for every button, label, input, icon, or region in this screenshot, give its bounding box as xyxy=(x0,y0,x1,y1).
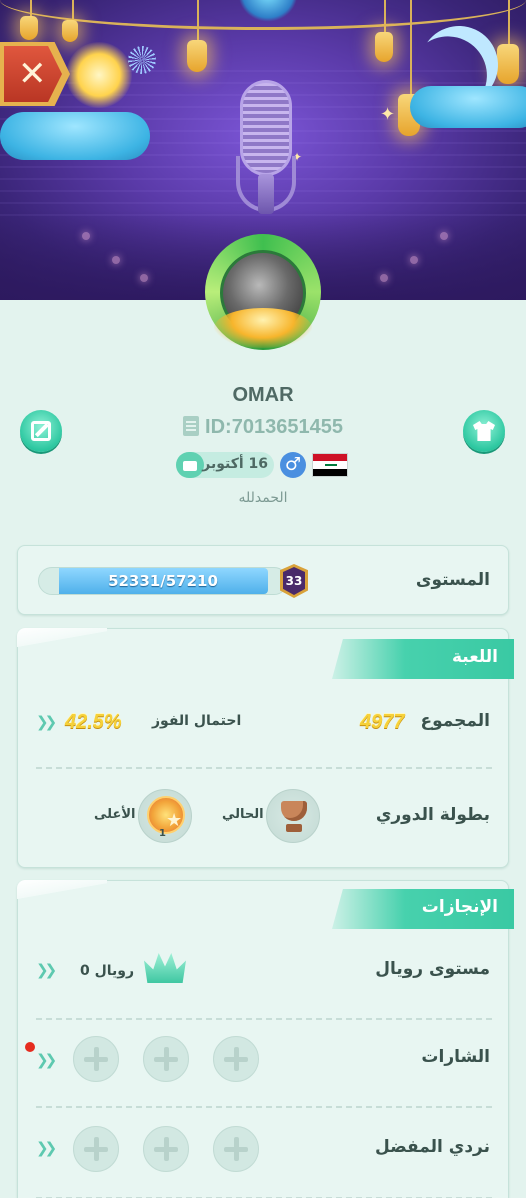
light-bulb xyxy=(82,232,90,240)
trophy-base xyxy=(286,824,302,832)
light-bulb xyxy=(410,256,418,264)
win-rate-chevron-icon[interactable]: ❯❯ xyxy=(36,713,57,731)
light-bulb xyxy=(440,232,448,240)
bio-text: الحمدلله xyxy=(238,490,288,506)
close-icon: ✕ xyxy=(18,54,47,94)
light-bulb xyxy=(380,274,388,282)
birthday-pill: 16 أكتوبر xyxy=(176,452,274,478)
light-bulb xyxy=(112,256,120,264)
lantern-string xyxy=(508,0,510,48)
level-card: 52331/57210 33 المستوى xyxy=(17,545,509,615)
lantern-icon xyxy=(20,16,38,40)
badge-slot-add[interactable] xyxy=(73,1036,119,1082)
badges-label: الشارات xyxy=(421,1047,490,1067)
achievements-ribbon: الإنجازات xyxy=(332,889,514,929)
royal-level-value: رويال 0 xyxy=(80,963,135,979)
crown-icon xyxy=(144,953,186,983)
light-bulb xyxy=(140,274,148,282)
highest-rank: 1 xyxy=(159,828,166,839)
badge-slot-add[interactable] xyxy=(143,1036,189,1082)
firework-icon xyxy=(128,46,156,74)
male-icon: ♂ xyxy=(280,452,306,478)
username: OMAR xyxy=(232,384,294,406)
copy-id-icon[interactable] xyxy=(183,416,200,436)
microphone-stand xyxy=(258,174,274,214)
royal-chevron-icon[interactable]: ❯❯ xyxy=(36,961,57,979)
favorite-dice-label: نردي المفضل xyxy=(375,1137,490,1157)
dice-chevron-icon[interactable]: ❯❯ xyxy=(36,1139,57,1157)
level-label: المستوى xyxy=(415,570,490,590)
win-rate-value: 42.5% xyxy=(65,711,122,733)
lantern-string xyxy=(410,0,412,96)
lantern-icon xyxy=(62,20,78,42)
divider xyxy=(36,1106,492,1108)
achievements-title: الإنجازات xyxy=(421,897,498,917)
achievements-card: الإنجازات مستوى رويال رويال 0 ❯❯ الشارات… xyxy=(17,880,514,1198)
dice-slot-add[interactable] xyxy=(213,1126,259,1172)
page-fold-decoration xyxy=(17,628,107,654)
game-stats-card: اللعبة المجموع 4977 احتمال الفوز 42.5% ❯… xyxy=(17,628,514,868)
current-league-icon[interactable] xyxy=(266,789,320,843)
lantern-string xyxy=(197,0,199,42)
divider xyxy=(36,1018,492,1020)
total-games-value: 4977 xyxy=(360,711,405,733)
dice-slot-add[interactable] xyxy=(73,1126,119,1172)
level-number: 33 xyxy=(283,567,305,595)
level-progress-text: 52331/57210 xyxy=(108,572,218,590)
glow-burst-icon xyxy=(66,42,132,108)
royal-level-label: مستوى رويال xyxy=(375,959,490,979)
ornament-icon xyxy=(238,0,298,22)
league-label: بطولة الدوري xyxy=(375,805,490,825)
page-fold-decoration xyxy=(17,880,107,906)
win-rate-label: احتمال الفوز xyxy=(152,713,242,729)
lantern-string xyxy=(72,0,74,22)
current-league-label: الحالي xyxy=(222,807,264,822)
badge-slot-add[interactable] xyxy=(213,1036,259,1082)
badges-chevron-icon[interactable]: ❯❯ xyxy=(36,1051,57,1069)
lantern-icon xyxy=(497,44,519,84)
birthday-date: 16 أكتوبر xyxy=(202,456,268,472)
iraq-flag-icon xyxy=(312,453,348,477)
star-icon: ★ xyxy=(166,810,183,831)
user-id: ID:7013651455 xyxy=(205,416,343,438)
dice-slot-add[interactable] xyxy=(143,1126,189,1172)
trophy-icon xyxy=(281,801,307,821)
game-section-title: اللعبة xyxy=(452,647,498,667)
microphone-icon xyxy=(240,80,292,176)
total-games-label: المجموع xyxy=(420,711,490,731)
lantern-icon xyxy=(187,40,207,72)
sparkle-icon: ✦ xyxy=(380,104,396,125)
avatar-flame-decoration xyxy=(214,308,312,348)
user-id-row[interactable]: ID:7013651455 xyxy=(0,416,526,439)
highest-league-icon[interactable]: ★ 1 xyxy=(138,789,192,843)
highest-league-label: الأعلى xyxy=(94,807,136,822)
cake-icon xyxy=(176,452,204,478)
lantern-string xyxy=(384,0,386,36)
lantern-icon xyxy=(375,32,393,62)
medal-icon: ★ xyxy=(147,796,185,834)
cloud-left xyxy=(0,112,150,160)
cloud-right xyxy=(410,86,526,128)
divider xyxy=(36,767,492,769)
notification-dot xyxy=(25,1042,35,1052)
close-button-face: ✕ xyxy=(4,46,62,102)
game-section-ribbon: اللعبة xyxy=(332,639,514,679)
